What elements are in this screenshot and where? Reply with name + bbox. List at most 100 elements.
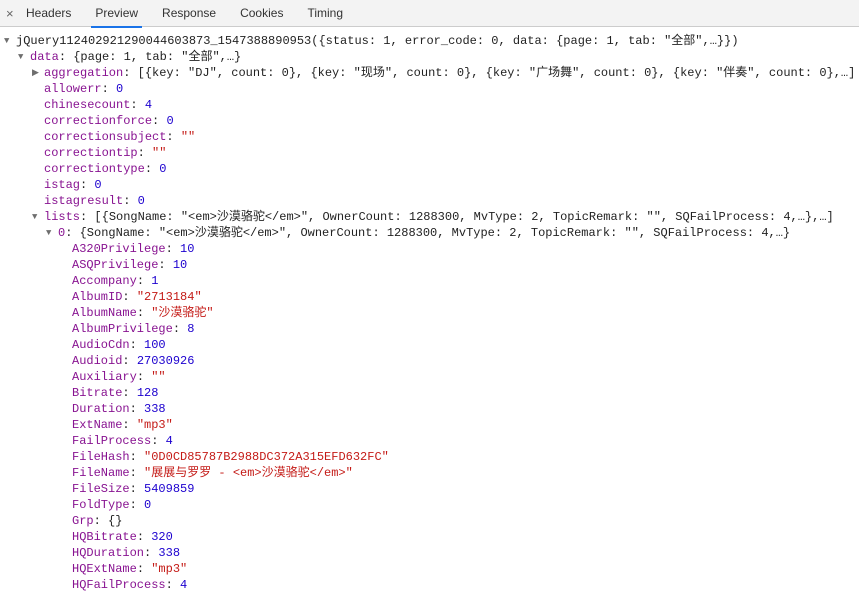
- aggregation-row[interactable]: ▶ aggregation: [{key: "DJ", count: 0}, {…: [4, 65, 859, 81]
- lists-row[interactable]: ▼ lists: [{SongName: "<em>沙漠骆驼</em>", Ow…: [4, 209, 859, 225]
- property-line: HQFailProcess: 4: [72, 577, 187, 593]
- property-line: Auxiliary: "": [72, 369, 166, 385]
- property-line: FileName: "展展与罗罗 - <em>沙漠骆驼</em>": [72, 465, 353, 481]
- property-row[interactable]: AudioCdn: 100: [4, 337, 859, 353]
- property-row[interactable]: correctionsubject: "": [4, 129, 859, 145]
- property-row[interactable]: Accompany: 1: [4, 273, 859, 289]
- property-row[interactable]: chinesecount: 4: [4, 97, 859, 113]
- property-value: {page: 1, tab: "全部",…}: [73, 50, 241, 64]
- property-line: chinesecount: 4: [44, 97, 152, 113]
- property-value: "": [181, 130, 195, 144]
- property-value: 0: [116, 82, 123, 96]
- property-row[interactable]: FileName: "展展与罗罗 - <em>沙漠骆驼</em>": [4, 465, 859, 481]
- property-key: AlbumID: [72, 290, 122, 304]
- property-value: "0D0CD85787B2988DC372A315EFD632FC": [144, 450, 389, 464]
- property-key: correctionforce: [44, 114, 152, 128]
- property-line: Bitrate: 128: [72, 385, 158, 401]
- chevron-down-icon[interactable]: ▼: [46, 225, 56, 241]
- property-row[interactable]: FailProcess: 4: [4, 433, 859, 449]
- property-line: AudioCdn: 100: [72, 337, 166, 353]
- property-row[interactable]: istagresult: 0: [4, 193, 859, 209]
- property-row[interactable]: Grp: {}: [4, 513, 859, 529]
- property-key: AlbumName: [72, 306, 137, 320]
- property-value: 10: [180, 242, 194, 256]
- list-item-0-row[interactable]: ▼ 0: {SongName: "<em>沙漠骆驼</em>", OwnerCo…: [4, 225, 859, 241]
- property-row[interactable]: HQFailProcess: 4: [4, 577, 859, 593]
- property-key: A320Privilege: [72, 242, 166, 256]
- tab-cookies[interactable]: Cookies: [228, 0, 295, 27]
- property-key: correctionsubject: [44, 130, 166, 144]
- property-line: FileHash: "0D0CD85787B2988DC372A315EFD63…: [72, 449, 389, 465]
- chevron-right-icon[interactable]: ▶: [32, 65, 42, 81]
- property-row[interactable]: allowerr: 0: [4, 81, 859, 97]
- property-value: "mp3": [151, 562, 187, 576]
- property-value: 8: [187, 322, 194, 336]
- property-row[interactable]: AlbumID: "2713184": [4, 289, 859, 305]
- root-summary: jQuery112402921290044603873_154738889095…: [16, 33, 739, 49]
- property-value: 4: [166, 434, 173, 448]
- chevron-down-icon[interactable]: ▼: [18, 49, 28, 65]
- data-row[interactable]: ▼ data: {page: 1, tab: "全部",…}: [4, 49, 859, 65]
- property-row[interactable]: correctiontip: "": [4, 145, 859, 161]
- property-row[interactable]: Bitrate: 128: [4, 385, 859, 401]
- preview-tree[interactable]: ▼ jQuery112402921290044603873_1547388890…: [0, 27, 859, 593]
- property-key: HQExtName: [72, 562, 137, 576]
- property-value: 4: [145, 98, 152, 112]
- property-value: 338: [144, 402, 166, 416]
- property-key: FailProcess: [72, 434, 151, 448]
- tab-response[interactable]: Response: [150, 0, 228, 27]
- property-row[interactable]: ASQPrivilege: 10: [4, 257, 859, 273]
- property-row[interactable]: Audioid: 27030926: [4, 353, 859, 369]
- property-key: correctiontype: [44, 162, 145, 176]
- property-line: 0: {SongName: "<em>沙漠骆驼</em>", OwnerCoun…: [58, 225, 790, 241]
- chevron-down-icon[interactable]: ▼: [4, 33, 14, 49]
- tab-preview[interactable]: Preview: [83, 0, 150, 27]
- property-key: FoldType: [72, 498, 130, 512]
- tab-timing[interactable]: Timing: [295, 0, 355, 27]
- property-row[interactable]: FileSize: 5409859: [4, 481, 859, 497]
- property-value: 5409859: [144, 482, 194, 496]
- property-row[interactable]: AlbumName: "沙漠骆驼": [4, 305, 859, 321]
- property-key: aggregation: [44, 66, 123, 80]
- property-row[interactable]: correctionforce: 0: [4, 113, 859, 129]
- property-line: FileSize: 5409859: [72, 481, 194, 497]
- close-icon[interactable]: ×: [0, 7, 14, 20]
- property-row[interactable]: Duration: 338: [4, 401, 859, 417]
- property-value: [{key: "DJ", count: 0}, {key: "现场", coun…: [138, 66, 856, 80]
- property-row[interactable]: ExtName: "mp3": [4, 417, 859, 433]
- property-key: Audioid: [72, 354, 122, 368]
- property-value: 4: [180, 578, 187, 592]
- property-line: istagresult: 0: [44, 193, 145, 209]
- property-key: istagresult: [44, 194, 123, 208]
- property-value: {SongName: "<em>沙漠骆驼</em>", OwnerCount: …: [80, 226, 791, 240]
- property-key: ExtName: [72, 418, 122, 432]
- property-row[interactable]: correctiontype: 0: [4, 161, 859, 177]
- property-key: AudioCdn: [72, 338, 130, 352]
- property-value: 10: [173, 258, 187, 272]
- property-key: chinesecount: [44, 98, 130, 112]
- property-row[interactable]: HQBitrate: 320: [4, 529, 859, 545]
- property-line: FoldType: 0: [72, 497, 151, 513]
- property-row[interactable]: FileHash: "0D0CD85787B2988DC372A315EFD63…: [4, 449, 859, 465]
- property-key: Duration: [72, 402, 130, 416]
- property-key: AlbumPrivilege: [72, 322, 173, 336]
- property-row[interactable]: AlbumPrivilege: 8: [4, 321, 859, 337]
- property-row[interactable]: HQDuration: 338: [4, 545, 859, 561]
- property-line: AlbumPrivilege: 8: [72, 321, 194, 337]
- tab-headers[interactable]: Headers: [14, 0, 83, 27]
- property-line: correctiontip: "": [44, 145, 166, 161]
- property-key: HQFailProcess: [72, 578, 166, 592]
- chevron-down-icon[interactable]: ▼: [32, 209, 42, 225]
- property-key: FileHash: [72, 450, 130, 464]
- property-row[interactable]: A320Privilege: 10: [4, 241, 859, 257]
- property-row[interactable]: Auxiliary: "": [4, 369, 859, 385]
- property-row[interactable]: istag: 0: [4, 177, 859, 193]
- property-key: HQBitrate: [72, 530, 137, 544]
- property-row[interactable]: HQExtName: "mp3": [4, 561, 859, 577]
- property-key: FileName: [72, 466, 130, 480]
- property-row[interactable]: FoldType: 0: [4, 497, 859, 513]
- property-line: FailProcess: 4: [72, 433, 173, 449]
- root-row[interactable]: ▼ jQuery112402921290044603873_1547388890…: [4, 33, 859, 49]
- property-line: Audioid: 27030926: [72, 353, 194, 369]
- property-line: istag: 0: [44, 177, 102, 193]
